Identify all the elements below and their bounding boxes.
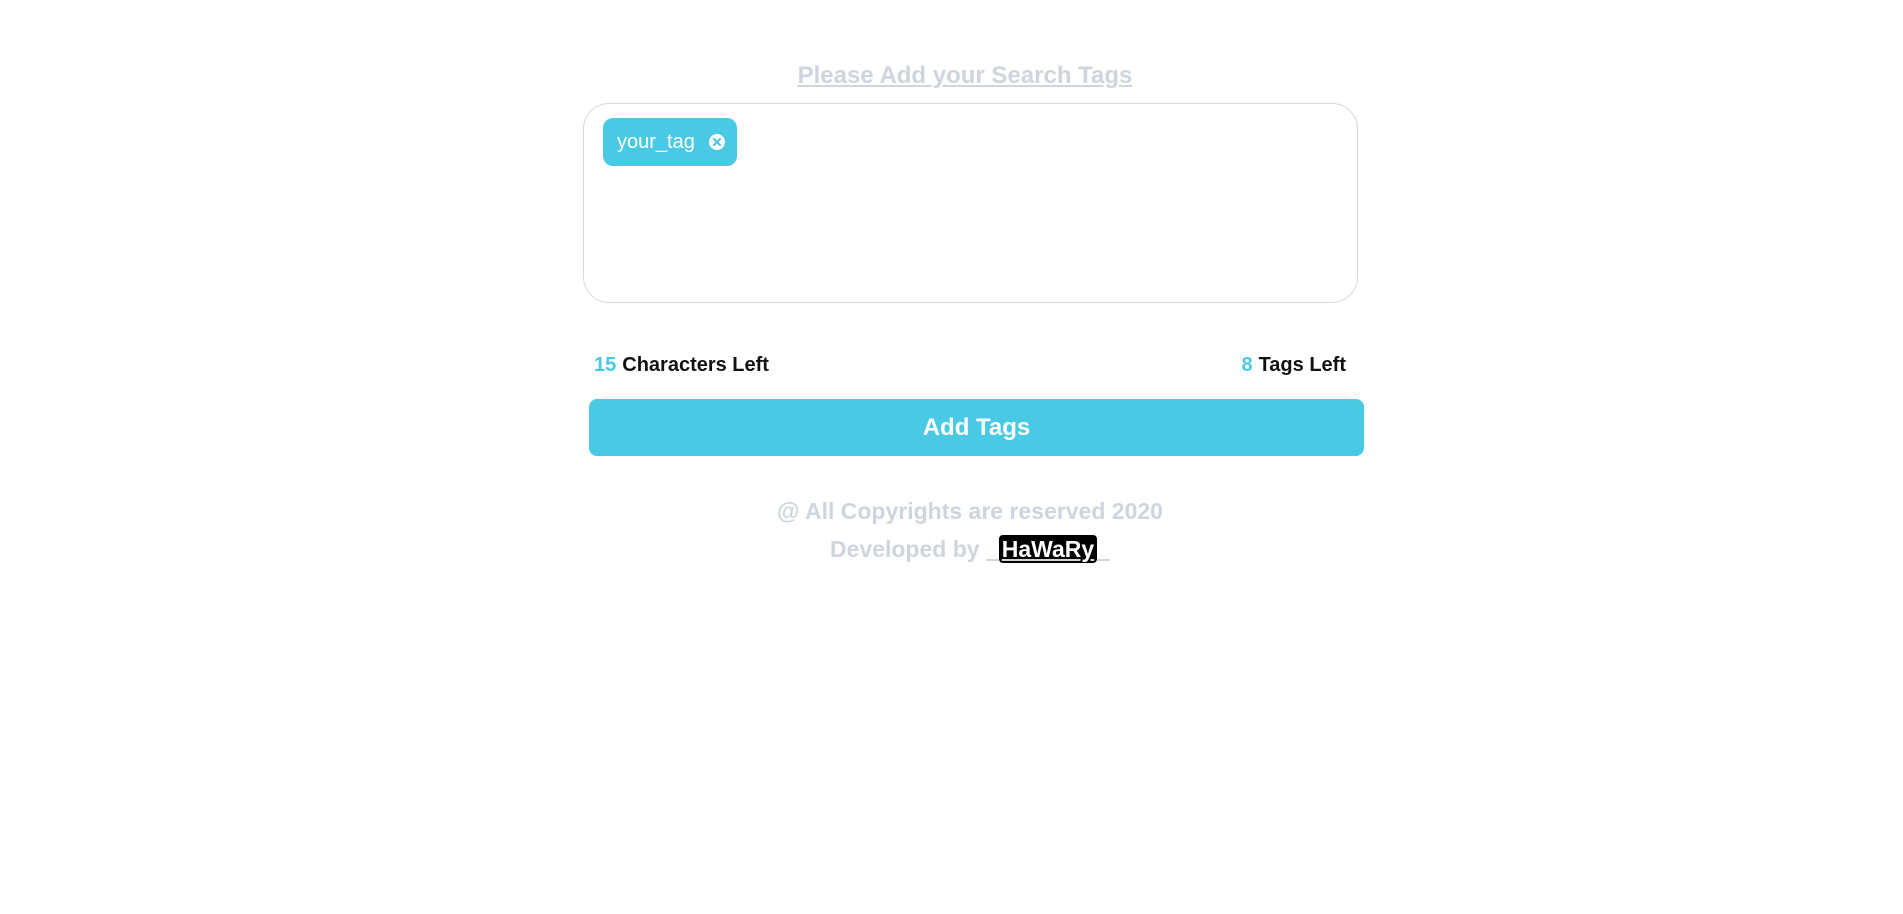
- tags-left-count: 8: [1241, 354, 1253, 376]
- characters-left-count: 15: [594, 354, 617, 376]
- page: Please Add your Search Tags your_tag 15 C…: [0, 0, 1903, 914]
- close-circle-icon[interactable]: [707, 132, 727, 152]
- developer-name: HaWaRy: [998, 535, 1098, 563]
- tags-left: 8 Tags Left: [1241, 354, 1346, 377]
- tag-chip[interactable]: your_tag: [603, 118, 737, 166]
- developer-link[interactable]: _ HaWaRy _: [986, 535, 1110, 563]
- tags-input-box[interactable]: your_tag: [583, 103, 1358, 303]
- add-tags-button[interactable]: Add Tags: [589, 399, 1364, 456]
- characters-left-label: Characters Left: [622, 354, 769, 376]
- tag-label: your_tag: [617, 130, 695, 153]
- copyright-text: @ All Copyrights are reserved 2020: [777, 498, 1163, 524]
- footer: @ All Copyrights are reserved 2020 Devel…: [0, 492, 1903, 568]
- page-title: Please Add your Search Tags: [797, 62, 1133, 89]
- underscore-left: _: [985, 536, 999, 562]
- characters-left: 15 Characters Left: [594, 354, 769, 377]
- developed-by-line: Developed by _ HaWaRy _: [0, 530, 1903, 568]
- underscore-right: _: [1097, 536, 1110, 562]
- counters: 15 Characters Left 8 Tags Left: [594, 354, 1346, 377]
- tags-left-label: Tags Left: [1258, 354, 1346, 376]
- developed-by-label: Developed by: [830, 536, 980, 562]
